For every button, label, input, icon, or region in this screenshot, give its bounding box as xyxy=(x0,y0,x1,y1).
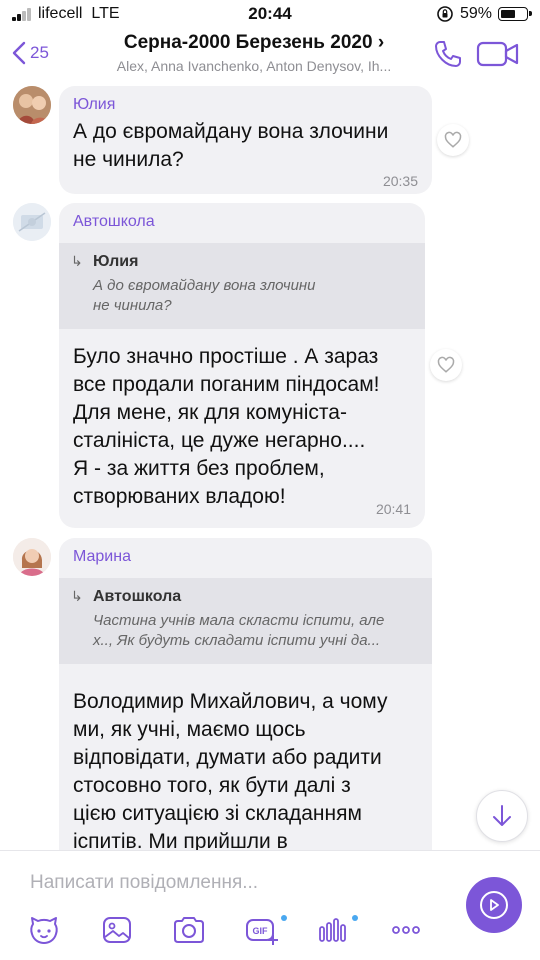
phone-icon xyxy=(435,41,461,67)
sticker-icon xyxy=(30,917,58,944)
avatar[interactable] xyxy=(13,203,51,241)
chat-title-area[interactable]: Серна-2000 Березень 2020 › Alex, Anna Iv… xyxy=(86,32,422,74)
call-button[interactable] xyxy=(432,38,464,75)
gif-button[interactable]: GIF xyxy=(245,913,279,947)
like-button[interactable] xyxy=(437,124,469,156)
avatar[interactable] xyxy=(13,538,51,576)
chevron-right-icon: › xyxy=(377,32,385,53)
video-icon xyxy=(476,41,519,67)
message-time: 20:41 xyxy=(375,501,411,517)
quoted-text: Частина учнів мала скласти іспити, але х… xyxy=(93,612,385,649)
chat-header: 25 Серна-2000 Березень 2020 › Alex, Anna… xyxy=(0,30,540,82)
quoted-message[interactable]: ↳ Автошкола Частина учнів мала скласти і… xyxy=(59,578,432,664)
image-icon xyxy=(103,917,131,943)
chat-title: Серна-2000 Березень 2020 › xyxy=(123,32,385,53)
gallery-button[interactable] xyxy=(100,913,134,947)
reply-arrow-icon: ↳ xyxy=(71,588,83,604)
message-bubble[interactable]: Автошкола ↳ Юлия А до євромайдану вона з… xyxy=(59,203,425,528)
unread-count: 25 xyxy=(30,43,49,62)
reply-arrow-icon: ↳ xyxy=(71,253,83,269)
quoted-message[interactable]: ↳ Юлия А до євромайдану вона злочини не … xyxy=(59,243,425,329)
camera-button[interactable] xyxy=(172,913,206,947)
sender-name: Автошкола xyxy=(73,213,155,230)
svg-text:GIF: GIF xyxy=(253,926,269,936)
battery-icon xyxy=(498,7,532,21)
message-input[interactable] xyxy=(30,869,430,897)
camera-icon xyxy=(174,917,204,943)
quoted-text: А до євромайдану вона злочини не чинила? xyxy=(93,277,316,314)
status-bar: lifecell LTE 20:44 59% xyxy=(0,0,540,30)
new-indicator-dot xyxy=(281,915,287,921)
message-text: Було значно простіше . А зараз все прода… xyxy=(73,345,380,508)
quoted-sender: Автошкола xyxy=(93,588,182,605)
more-options-button[interactable] xyxy=(389,913,423,947)
send-button[interactable] xyxy=(466,877,522,933)
sender-name: Юлия xyxy=(73,96,116,113)
message-bubble[interactable]: Марина ↳ Автошкола Частина учнів мала ск… xyxy=(59,538,432,850)
battery-percent: 59% xyxy=(459,5,492,22)
quoted-sender: Юлия xyxy=(93,253,139,270)
back-chevron-icon xyxy=(12,41,26,65)
chat-participants: Alex, Anna Ivanchenko, Anton Denysov, Ih… xyxy=(116,58,392,74)
more-icon xyxy=(392,926,420,934)
new-indicator-dot xyxy=(352,915,358,921)
sender-name: Марина xyxy=(73,548,131,565)
message-list[interactable]: Юлия А до євромайдану вона злочини не чи… xyxy=(0,82,540,850)
message-time: 20:35 xyxy=(382,173,418,189)
back-button[interactable]: 25 xyxy=(10,40,49,66)
composer: GIF xyxy=(0,850,540,960)
avatar[interactable] xyxy=(13,86,51,124)
scroll-to-bottom-button[interactable] xyxy=(476,790,528,842)
message-text: А до євромайдану вона злочини не чинила? xyxy=(73,120,389,171)
avatar-photo xyxy=(13,86,51,124)
avatar-photo xyxy=(13,538,51,576)
heart-icon xyxy=(444,131,462,148)
send-icon xyxy=(490,899,499,911)
video-call-button[interactable] xyxy=(476,38,520,75)
message-bubble[interactable]: Юлия А до євромайдану вона злочини не чи… xyxy=(59,86,432,194)
heart-icon xyxy=(437,356,455,373)
message-text: Володимир Михайлович, а чому ми, як учні… xyxy=(73,690,388,850)
voice-button[interactable] xyxy=(316,913,350,947)
arrow-down-icon xyxy=(493,805,511,826)
lock-rotation-icon xyxy=(437,6,453,22)
voice-icon xyxy=(319,918,346,942)
sticker-button[interactable] xyxy=(27,913,61,947)
like-button[interactable] xyxy=(430,349,462,381)
avatar-photo xyxy=(13,203,51,241)
gif-icon: GIF xyxy=(246,919,278,945)
